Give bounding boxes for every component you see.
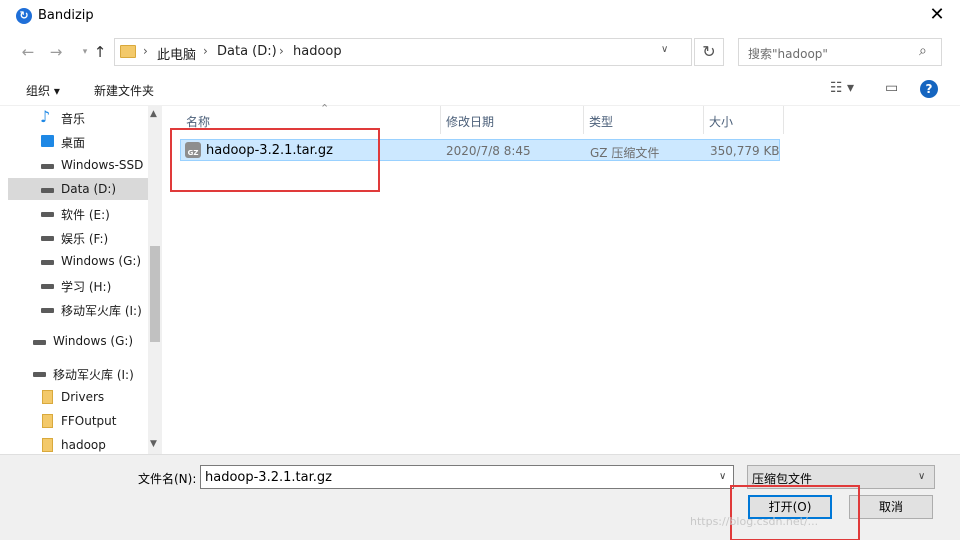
address-bar[interactable]: › 此电脑 › Data (D:) › hadoop ∨ <box>114 38 692 66</box>
sidebar-item-label: Data (D:) <box>61 182 117 196</box>
navigation-scrollbar[interactable]: ▲ ▼ <box>148 106 162 454</box>
new-folder-button[interactable]: 新建文件夹 <box>94 82 154 99</box>
sidebar-item-label: Drivers <box>61 390 105 404</box>
scroll-down-icon[interactable]: ▼ <box>150 439 157 449</box>
file-type: GZ 压缩文件 <box>590 146 660 160</box>
window-edge <box>952 106 960 454</box>
sidebar-item-entertainment-f[interactable]: 娱乐 (F:) <box>8 226 148 248</box>
sidebar-item-mobile-i-root[interactable]: 移动军火库 (I:) <box>8 362 148 384</box>
navigation-bar: ← → ▾ ↑ › 此电脑 › Data (D:) › hadoop ∨ ↻ 搜… <box>0 32 960 72</box>
usb-drive-icon <box>33 372 46 377</box>
drive-icon <box>41 212 54 217</box>
arrow-right-icon[interactable]: → <box>45 42 67 62</box>
music-icon: ♪ <box>40 107 51 126</box>
sidebar-item-label: 桌面 <box>61 136 86 150</box>
sidebar-item-label: 音乐 <box>61 112 86 126</box>
filename-label: 文件名(N): <box>138 472 197 486</box>
drive-icon <box>33 340 46 345</box>
highlight-box-file <box>170 128 380 192</box>
dialog-footer: 文件名(N): hadoop-3.2.1.tar.gz ∨ 压缩包文件 ∨ 打开… <box>0 454 960 540</box>
sidebar-item-windows-g[interactable]: Windows (G:) <box>8 250 148 272</box>
scroll-up-icon[interactable]: ▲ <box>150 109 157 119</box>
refresh-icon[interactable]: ↻ <box>694 38 724 66</box>
filename-field[interactable]: hadoop-3.2.1.tar.gz ∨ <box>200 465 734 489</box>
sidebar-item-music[interactable]: ♪ 音乐 <box>8 106 148 128</box>
sidebar-item-label: Windows (G:) <box>53 334 134 348</box>
folder-icon <box>42 390 53 404</box>
organize-label: 组织 <box>26 84 51 98</box>
sidebar-item-label: 移动军火库 (I:) <box>53 368 134 382</box>
organize-button[interactable]: 组织 ▾ <box>26 82 60 99</box>
sidebar-item-label: 学习 (H:) <box>61 280 112 294</box>
highlight-box-open <box>730 485 860 540</box>
drive-icon <box>41 284 54 289</box>
column-header-size[interactable]: 大小 <box>703 106 783 134</box>
sidebar-item-label: hadoop <box>61 438 106 452</box>
navigation-pane[interactable]: ♪ 音乐 桌面 Windows-SSD Data (D:) 软件 (E:) 娱乐… <box>8 106 148 454</box>
cancel-button[interactable]: 取消 <box>849 495 933 519</box>
file-size: 350,779 KB <box>710 144 780 158</box>
drive-icon <box>41 188 54 193</box>
breadcrumb-this-pc[interactable]: 此电脑 <box>157 44 196 63</box>
sidebar-item-label: FFOutput <box>61 414 117 428</box>
help-icon[interactable]: ? <box>920 80 938 98</box>
column-header-modified[interactable]: 修改日期 <box>440 106 582 134</box>
preview-pane-icon[interactable]: ▭ <box>885 80 898 96</box>
sidebar-item-mobile-i[interactable]: 移动军火库 (I:) <box>8 298 148 320</box>
search-placeholder: 搜索"hadoop" <box>748 47 828 61</box>
drive-icon <box>41 260 54 265</box>
column-header-label: 大小 <box>709 115 734 129</box>
sidebar-item-drivers[interactable]: Drivers <box>8 386 148 408</box>
chevron-down-icon[interactable]: ∨ <box>661 44 668 55</box>
sidebar-item-ffoutput[interactable]: FFOutput <box>8 410 148 432</box>
breadcrumb-data-d[interactable]: Data (D:) <box>217 44 277 59</box>
file-modified: 2020/7/8 8:45 <box>446 144 531 158</box>
folder-icon <box>42 414 53 428</box>
arrow-up-icon[interactable]: ↑ <box>89 42 111 62</box>
title-bar: ↻ Bandizip ✕ <box>0 0 960 32</box>
search-input[interactable]: 搜索"hadoop" ⌕ <box>738 38 942 66</box>
folder-icon <box>42 438 53 452</box>
sidebar-item-label: 娱乐 (F:) <box>61 232 109 246</box>
view-options-icon[interactable]: ☷ ▾ <box>830 80 854 96</box>
drive-icon <box>41 236 54 241</box>
breadcrumb-hadoop[interactable]: hadoop <box>293 44 342 59</box>
column-header-type[interactable]: 类型 <box>583 106 703 134</box>
toolbar: 组织 ▾ 新建文件夹 ☷ ▾ ▭ ? <box>0 72 960 106</box>
usb-drive-icon <box>41 308 54 313</box>
sidebar-item-windows-ssd[interactable]: Windows-SSD <box>8 154 148 176</box>
desktop-icon <box>41 135 54 147</box>
drive-icon <box>41 164 54 169</box>
sidebar-item-label: 移动军火库 (I:) <box>61 304 142 318</box>
watermark: https://blog.csdn.net/... <box>690 515 819 528</box>
column-header-label: 修改日期 <box>446 115 495 129</box>
column-header-label: 类型 <box>589 115 614 129</box>
column-divider[interactable] <box>783 106 784 134</box>
sidebar-item-windows-g-root[interactable]: Windows (G:) <box>8 330 148 352</box>
chevron-down-icon[interactable]: ∨ <box>918 471 925 482</box>
breadcrumb-separator: › <box>203 44 208 58</box>
file-list[interactable]: ⌃ 名称 修改日期 类型 大小 GZ hadoop-3.2.1.tar.gz 2… <box>164 102 952 454</box>
filename-value: hadoop-3.2.1.tar.gz <box>205 470 332 485</box>
sidebar-item-study-h[interactable]: 学习 (H:) <box>8 274 148 296</box>
breadcrumb-separator: › <box>279 44 284 58</box>
search-icon[interactable]: ⌕ <box>919 43 927 59</box>
scrollbar-thumb[interactable] <box>150 246 160 342</box>
bandizip-logo-icon: ↻ <box>16 8 32 24</box>
sidebar-item-label: Windows (G:) <box>61 254 142 268</box>
sidebar-item-data-d[interactable]: Data (D:) <box>8 178 148 200</box>
sidebar-item-software-e[interactable]: 软件 (E:) <box>8 202 148 224</box>
sort-ascending-icon: ⌃ <box>320 102 330 115</box>
close-icon[interactable]: ✕ <box>920 4 954 28</box>
sidebar-item-desktop[interactable]: 桌面 <box>8 130 148 152</box>
arrow-left-icon[interactable]: ← <box>17 42 39 62</box>
window-title: Bandizip <box>38 8 94 23</box>
sidebar-item-label: 软件 (E:) <box>61 208 110 222</box>
folder-icon <box>120 45 136 58</box>
breadcrumb-separator: › <box>143 44 148 58</box>
sidebar-item-label: Windows-SSD <box>61 158 144 172</box>
sidebar-item-hadoop[interactable]: hadoop <box>8 434 148 454</box>
chevron-down-icon[interactable]: ∨ <box>719 471 726 482</box>
